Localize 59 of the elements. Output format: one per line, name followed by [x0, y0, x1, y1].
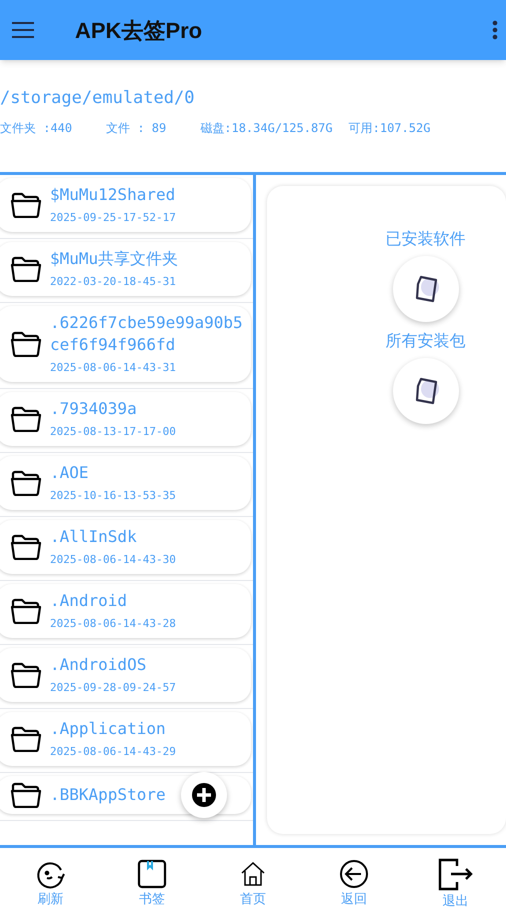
folder-icon: [10, 192, 42, 218]
nav-button[interactable]: 返回: [304, 852, 405, 908]
file-count: 文件 : 89: [106, 120, 166, 137]
back-icon: [338, 858, 370, 890]
folder-icon: [10, 256, 42, 282]
folder-date: 2025-08-06-14-43-30: [50, 552, 176, 568]
folder-item[interactable]: .Application 2025-08-06-14-43-29: [0, 712, 251, 766]
nav-button[interactable]: 刷新: [0, 852, 102, 908]
shortcut-label: 所有安装包: [386, 330, 466, 352]
folder-item[interactable]: .AllInSdk 2025-08-06-14-43-30: [0, 520, 251, 574]
folder-name: $MuMu共享文件夹: [50, 248, 178, 270]
apk-shortcut-button[interactable]: [392, 256, 458, 322]
folder-name: .7934039a: [50, 398, 138, 420]
nav-button[interactable]: 退出: [404, 850, 506, 910]
folder-name: .Application: [50, 718, 167, 740]
folder-icon: [10, 782, 42, 808]
nav-button[interactable]: 首页: [202, 852, 304, 908]
folder-icon: [10, 534, 42, 560]
folder-icon: [10, 598, 42, 624]
folder-date: 2025-10-16-13-53-35: [50, 488, 176, 504]
folder-name: .AndroidOS: [50, 654, 148, 676]
folder-date: 2025-08-06-14-43-29: [50, 744, 176, 760]
folder-item[interactable]: $MuMu共享文件夹 2022-03-20-18-45-31: [0, 242, 251, 296]
folder-icon: [10, 331, 42, 357]
folder-item[interactable]: .Android 2025-08-06-14-43-28: [0, 584, 251, 638]
folder-name: .AOE: [50, 462, 90, 484]
more-icon[interactable]: [492, 20, 498, 40]
folder-date: 2025-09-28-09-24-57: [50, 680, 176, 696]
folder-date: 2022-03-20-18-45-31: [50, 274, 177, 290]
disk-usage: 磁盘:18.34G/125.87G: [200, 120, 333, 137]
storage-path: /storage/emulated/0: [0, 87, 196, 109]
menu-icon[interactable]: [12, 22, 34, 38]
exit-icon: [437, 856, 474, 892]
folder-item[interactable]: .6226f7cbe59e99a90b5cef6f94f966fd 2025-08-06-14-43-31: [0, 306, 251, 382]
app-title: APK去签Pro: [75, 16, 202, 44]
folder-name: .AllInSdk: [50, 526, 138, 548]
folder-name: .BBKAppStore: [50, 784, 166, 806]
folder-date: 2025-08-06-14-43-28: [50, 616, 176, 632]
folder-item[interactable]: .AndroidOS 2025-09-28-09-24-57: [0, 648, 251, 702]
folder-date: 2025-09-25-17-52-17: [50, 210, 176, 226]
folder-date: 2025-08-06-14-43-31: [50, 360, 177, 376]
free-space: 可用:107.52G: [348, 120, 430, 137]
folder-icon: [10, 406, 42, 432]
bookmark-icon: [136, 858, 168, 890]
folder-item[interactable]: $MuMu12Shared 2025-09-25-17-52-17: [0, 178, 251, 232]
folder-name: .Android: [50, 590, 128, 612]
folder-icon: [10, 662, 42, 688]
folder-icon: [10, 470, 42, 496]
folder-item[interactable]: .7934039a 2025-08-13-17-17-00: [0, 392, 251, 446]
nav-button[interactable]: 书签: [101, 852, 202, 908]
folder-date: 2025-08-13-17-17-00: [50, 424, 176, 440]
folder-count: 文件夹 :440: [0, 120, 72, 137]
apk-shortcut-button[interactable]: [392, 358, 458, 424]
shortcut-label: 已安装软件: [386, 228, 466, 250]
plus-icon: [191, 782, 217, 808]
folder-name: $MuMu12Shared: [50, 184, 176, 206]
folder-name: .6226f7cbe59e99a90b5cef6f94f966fd: [50, 312, 243, 356]
folder-icon: [10, 726, 42, 752]
folder-item[interactable]: .AOE 2025-10-16-13-53-35: [0, 456, 251, 510]
